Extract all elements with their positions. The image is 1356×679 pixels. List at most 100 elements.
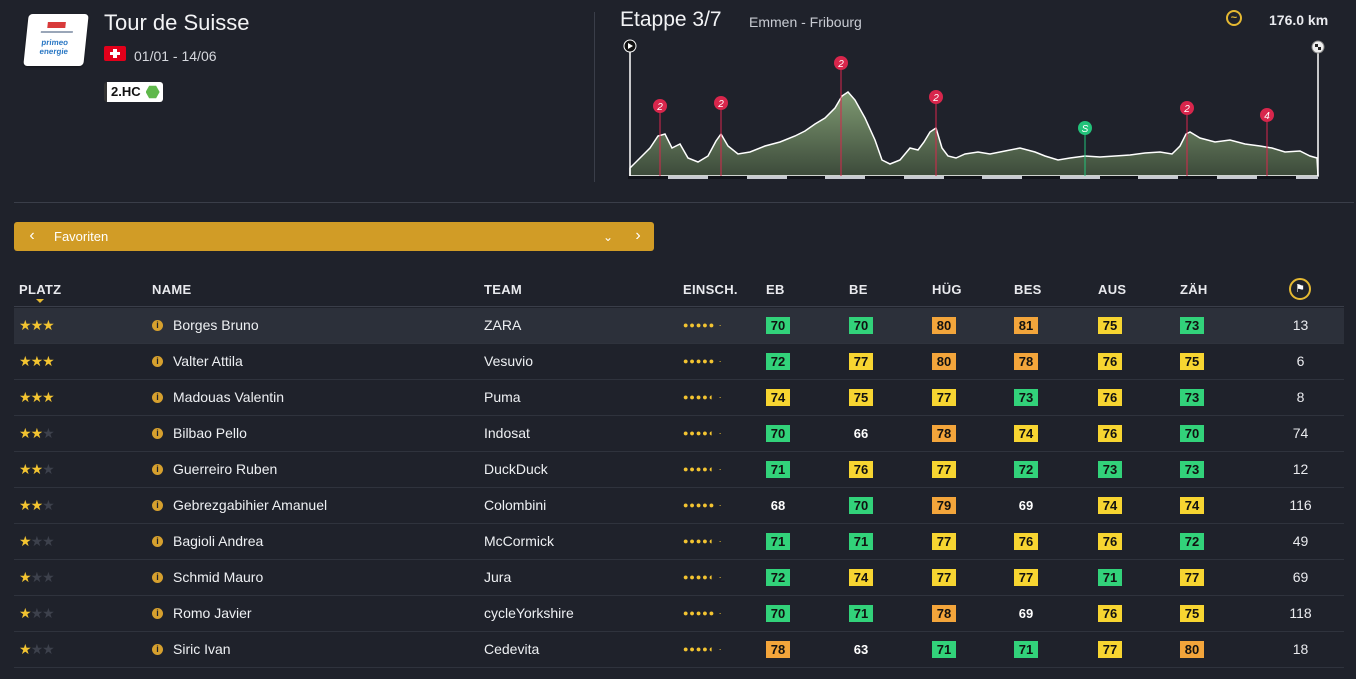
- col-platz[interactable]: PLATZ: [19, 282, 61, 297]
- marker-label: S: [1082, 124, 1089, 135]
- rider-table: ★★★ i Borges Bruno ZARA ●●●●● · 70 70 80 81 75 73 1…: [14, 308, 1344, 668]
- col-einsch[interactable]: EINSCH.: [683, 282, 738, 297]
- chevron-down-icon[interactable]: ⌄: [600, 226, 616, 246]
- star-filled-icon: ★: [19, 533, 32, 549]
- stat-zah: 74: [1180, 497, 1204, 514]
- form-indicator: ●●●●◐ ·: [683, 572, 723, 582]
- rider-name[interactable]: Bagioli Andrea: [173, 524, 263, 559]
- marker-label: 2: [932, 93, 939, 104]
- stat-be: 71: [849, 605, 873, 622]
- rider-name[interactable]: Siric Ivan: [173, 632, 231, 667]
- table-row[interactable]: ★★★ i Madouas Valentin Puma ●●●●◐ · 74 75 77 73 7…: [14, 380, 1344, 416]
- stat-aus: 76: [1098, 389, 1122, 406]
- stage-route: Emmen - Fribourg: [749, 14, 862, 30]
- rider-info-icon[interactable]: i: [152, 392, 163, 403]
- stat-aus: 74: [1098, 497, 1122, 514]
- table-row[interactable]: ★★★ i Romo Javier cycleYorkshire ●●●●● · 70 71…: [14, 596, 1344, 632]
- star-filled-icon: ★: [19, 461, 32, 477]
- col-eb[interactable]: EB: [766, 282, 785, 297]
- stat-hug: 80: [932, 317, 956, 334]
- stat-zah: 70: [1180, 425, 1204, 442]
- table-row[interactable]: ★★★ i Schmid Mauro Jura ●●●●◐ · 72 74 77 77 71 77 6…: [14, 560, 1344, 596]
- stat-bes: 76: [1014, 533, 1038, 550]
- rider-info-icon[interactable]: i: [152, 464, 163, 475]
- rider-name[interactable]: Madouas Valentin: [173, 380, 284, 415]
- stat-be: 70: [849, 317, 873, 334]
- star-empty-icon: ★: [42, 569, 55, 585]
- rider-info-icon[interactable]: i: [152, 356, 163, 367]
- stat-eb: 70: [766, 605, 790, 622]
- stat-hug: 77: [932, 533, 956, 550]
- rider-points: 69: [1292, 569, 1309, 585]
- col-bes[interactable]: BES: [1014, 282, 1042, 297]
- col-team[interactable]: TEAM: [484, 282, 522, 297]
- table-row[interactable]: ★★★ i Bilbao Pello Indosat ●●●●◐ · 70 66 78 74 76…: [14, 416, 1344, 452]
- rider-name[interactable]: Romo Javier: [173, 596, 252, 631]
- col-hug[interactable]: HÜG: [932, 282, 962, 297]
- profile-area: [629, 91, 1319, 177]
- rider-team: Colombini: [484, 497, 547, 513]
- checkered-flag-icon: [1311, 40, 1325, 54]
- rider-team: Indosat: [484, 425, 530, 441]
- star-filled-icon: ★: [42, 389, 55, 405]
- rider-team: Cedevita: [484, 641, 540, 657]
- rider-info-icon[interactable]: i: [152, 608, 163, 619]
- stat-eb: 71: [766, 533, 790, 550]
- favorites-selector[interactable]: ‹ Favoriten ⌄ ›: [14, 222, 654, 251]
- table-row[interactable]: ★★★ i Valter Attila Vesuvio ●●●●● · 72 77 80 78 7…: [14, 344, 1344, 380]
- stat-be: 66: [853, 426, 869, 441]
- rider-info-icon[interactable]: i: [152, 500, 163, 511]
- rider-info-icon[interactable]: i: [152, 572, 163, 583]
- rider-name[interactable]: Gebrezgabihier Amanuel: [173, 488, 327, 523]
- form-indicator: ●●●●◐ ·: [683, 464, 723, 474]
- rider-points: 8: [1296, 389, 1305, 405]
- stat-zah: 73: [1180, 317, 1204, 334]
- stat-zah: 75: [1180, 353, 1204, 370]
- stat-be: 74: [849, 569, 873, 586]
- stage-profile-chart[interactable]: 2 2 2 2 S 2 4: [620, 36, 1330, 182]
- col-be[interactable]: BE: [849, 282, 868, 297]
- table-row[interactable]: ★★★ i Bagioli Andrea McCormick ●●●●◐ · 71 71 77…: [14, 524, 1344, 560]
- star-filled-icon: ★: [19, 569, 32, 585]
- star-empty-icon: ★: [42, 497, 55, 513]
- sort-desc-icon: [36, 299, 44, 303]
- star-empty-icon: ★: [30, 605, 44, 621]
- stat-aus: 76: [1098, 425, 1122, 442]
- star-filled-icon: ★: [19, 641, 32, 657]
- rider-points: 18: [1292, 641, 1309, 657]
- star-rating: ★★★: [19, 344, 55, 379]
- rider-name[interactable]: Guerreiro Ruben: [173, 452, 277, 487]
- chevron-right-icon[interactable]: ›: [630, 226, 646, 246]
- table-row[interactable]: ★★★ i Borges Bruno ZARA ●●●●● · 70 70 80 81 75 73 1…: [14, 308, 1344, 344]
- table-row[interactable]: ★★★ i Gebrezgabihier Amanuel Colombini ●●●●●…: [14, 488, 1344, 524]
- stage-distance: 176.0 km: [1269, 12, 1329, 28]
- stat-hug: 77: [932, 461, 956, 478]
- stat-hug: 78: [932, 605, 956, 622]
- stat-bes: 77: [1014, 569, 1038, 586]
- marker-label: 2: [656, 102, 663, 113]
- star-rating: ★★★: [19, 524, 55, 559]
- col-name[interactable]: NAME: [152, 282, 191, 297]
- logo-line: [40, 31, 73, 33]
- category-hexagon-icon: [145, 85, 160, 99]
- form-indicator: ●●●●● ·: [683, 320, 723, 330]
- col-zah[interactable]: ZÄH: [1180, 282, 1208, 297]
- rider-info-icon[interactable]: i: [152, 320, 163, 331]
- table-row[interactable]: ★★★ i Siric Ivan Cedevita ●●●●◐ · 78 63 71 71 77 8…: [14, 632, 1344, 668]
- stat-eb: 71: [766, 461, 790, 478]
- star-empty-icon: ★: [42, 533, 55, 549]
- rider-info-icon[interactable]: i: [152, 536, 163, 547]
- rider-points-icon[interactable]: ⚑: [1289, 278, 1311, 300]
- table-row[interactable]: ★★★ i Guerreiro Ruben DuckDuck ●●●●◐ · 71 76 77…: [14, 452, 1344, 488]
- stat-be: 77: [849, 353, 873, 370]
- col-aus[interactable]: AUS: [1098, 282, 1126, 297]
- form-indicator: ●●●●◐ ·: [683, 428, 723, 438]
- rider-name[interactable]: Borges Bruno: [173, 308, 259, 343]
- rider-name[interactable]: Valter Attila: [173, 344, 243, 379]
- rider-info-icon[interactable]: i: [152, 428, 163, 439]
- chevron-left-icon[interactable]: ‹: [24, 226, 40, 246]
- rider-info-icon[interactable]: i: [152, 644, 163, 655]
- rider-name[interactable]: Schmid Mauro: [173, 560, 263, 595]
- rider-name[interactable]: Bilbao Pello: [173, 416, 247, 451]
- stat-aus: 71: [1098, 569, 1122, 586]
